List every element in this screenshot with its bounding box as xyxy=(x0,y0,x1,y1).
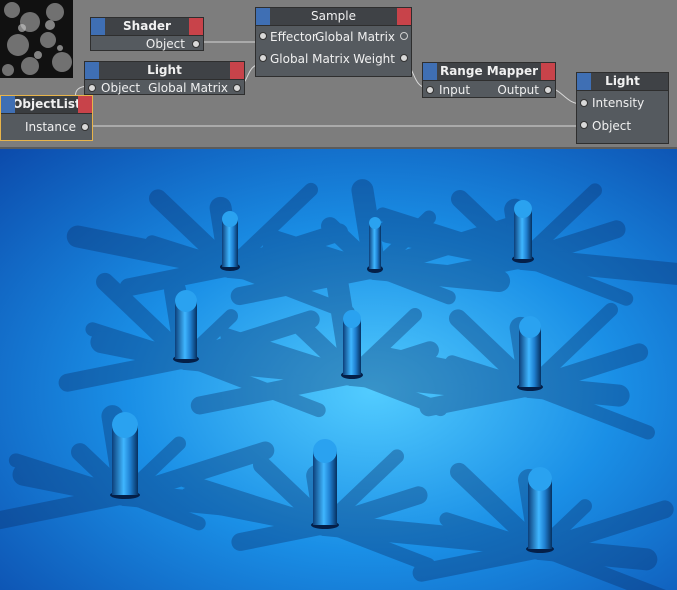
pillar xyxy=(367,217,383,273)
node-sample[interactable]: Sample Effector Global Matrix Global Mat… xyxy=(255,7,412,77)
port-row-intensity: Intensity xyxy=(577,91,668,115)
node-title: Shader xyxy=(123,19,171,33)
app-window: Shader Object Sample Effector Global Mat… xyxy=(0,0,677,590)
output-port-object[interactable] xyxy=(192,40,200,48)
input-port-input[interactable] xyxy=(426,86,434,94)
pillar xyxy=(526,467,554,553)
node-collapse-toggle[interactable] xyxy=(423,63,437,80)
node-light-header[interactable]: Light xyxy=(577,73,668,91)
render-scene xyxy=(0,149,677,590)
port-label: Global Matrix xyxy=(148,81,228,95)
port-row-instance: Instance xyxy=(1,114,92,140)
port-label: Weight xyxy=(353,52,395,66)
port-label: Global Matrix xyxy=(270,52,350,66)
pillar xyxy=(110,412,140,499)
port-row-input-output: Input Output xyxy=(423,81,555,99)
node-collapse-toggle[interactable] xyxy=(91,18,105,35)
pillar xyxy=(512,200,534,263)
node-collapse-toggle[interactable] xyxy=(1,96,15,113)
node-title: ObjectList xyxy=(12,97,81,111)
node-close-toggle[interactable] xyxy=(397,8,411,25)
port-row-effector: Effector Global Matrix xyxy=(256,26,411,48)
port-row-global-matrix: Global Matrix Weight xyxy=(256,48,411,70)
input-port-object[interactable] xyxy=(88,84,96,92)
output-port-instance[interactable] xyxy=(81,123,89,131)
node-shader-header[interactable]: Shader xyxy=(91,18,203,36)
port-row-object: Object xyxy=(577,115,668,137)
port-row-object: Object xyxy=(91,36,203,52)
input-port-global-matrix[interactable] xyxy=(259,54,267,62)
input-port-effector[interactable] xyxy=(259,32,267,40)
node-title: Light xyxy=(605,74,640,88)
node-light-source[interactable]: Light Object Global Matrix xyxy=(84,61,245,95)
node-range-mapper-header[interactable]: Range Mapper xyxy=(423,63,555,81)
port-label: Object xyxy=(101,81,141,95)
shader-preview-thumbnail xyxy=(0,0,73,78)
port-row-object: Object Global Matrix xyxy=(85,80,244,96)
node-object-list-header[interactable]: ObjectList xyxy=(1,96,92,114)
port-label: Object xyxy=(145,37,185,51)
node-collapse-toggle[interactable] xyxy=(85,62,99,79)
pillar xyxy=(311,439,339,529)
node-collapse-toggle[interactable] xyxy=(256,8,270,25)
port-label: Output xyxy=(497,83,539,97)
node-shader[interactable]: Shader Object xyxy=(90,17,204,51)
node-editor[interactable]: Shader Object Sample Effector Global Mat… xyxy=(0,0,677,149)
port-label: Effector xyxy=(270,30,317,44)
node-close-toggle[interactable] xyxy=(230,62,244,79)
node-collapse-toggle[interactable] xyxy=(577,73,591,90)
port-label: Instance xyxy=(24,120,76,134)
port-label: Input xyxy=(439,83,471,97)
node-light-target[interactable]: Light Intensity Object xyxy=(576,72,669,144)
node-light-header[interactable]: Light xyxy=(85,62,244,80)
node-range-mapper[interactable]: Range Mapper Input Output xyxy=(422,62,556,98)
input-port-object[interactable] xyxy=(580,121,588,129)
render-viewport[interactable] xyxy=(0,149,677,590)
input-port-intensity[interactable] xyxy=(580,99,588,107)
output-port-global-matrix[interactable] xyxy=(233,84,241,92)
pillar xyxy=(341,310,363,379)
node-close-toggle[interactable] xyxy=(189,18,203,35)
node-title: Light xyxy=(147,63,182,77)
node-title: Sample xyxy=(311,9,356,23)
node-title: Range Mapper xyxy=(439,64,539,78)
output-port-weight[interactable] xyxy=(400,54,408,62)
node-sample-header[interactable]: Sample xyxy=(256,8,411,26)
node-close-toggle[interactable] xyxy=(541,63,555,80)
port-label: Intensity xyxy=(592,96,645,110)
pillar xyxy=(220,211,240,271)
port-label: Global Matrix xyxy=(315,30,395,44)
output-port-output[interactable] xyxy=(544,86,552,94)
node-close-toggle[interactable] xyxy=(78,96,92,113)
node-object-list[interactable]: ObjectList Instance xyxy=(0,95,93,141)
pillar xyxy=(517,316,543,391)
pillar xyxy=(173,290,199,363)
output-port-global-matrix[interactable] xyxy=(400,32,408,40)
port-label: Object xyxy=(592,119,632,133)
